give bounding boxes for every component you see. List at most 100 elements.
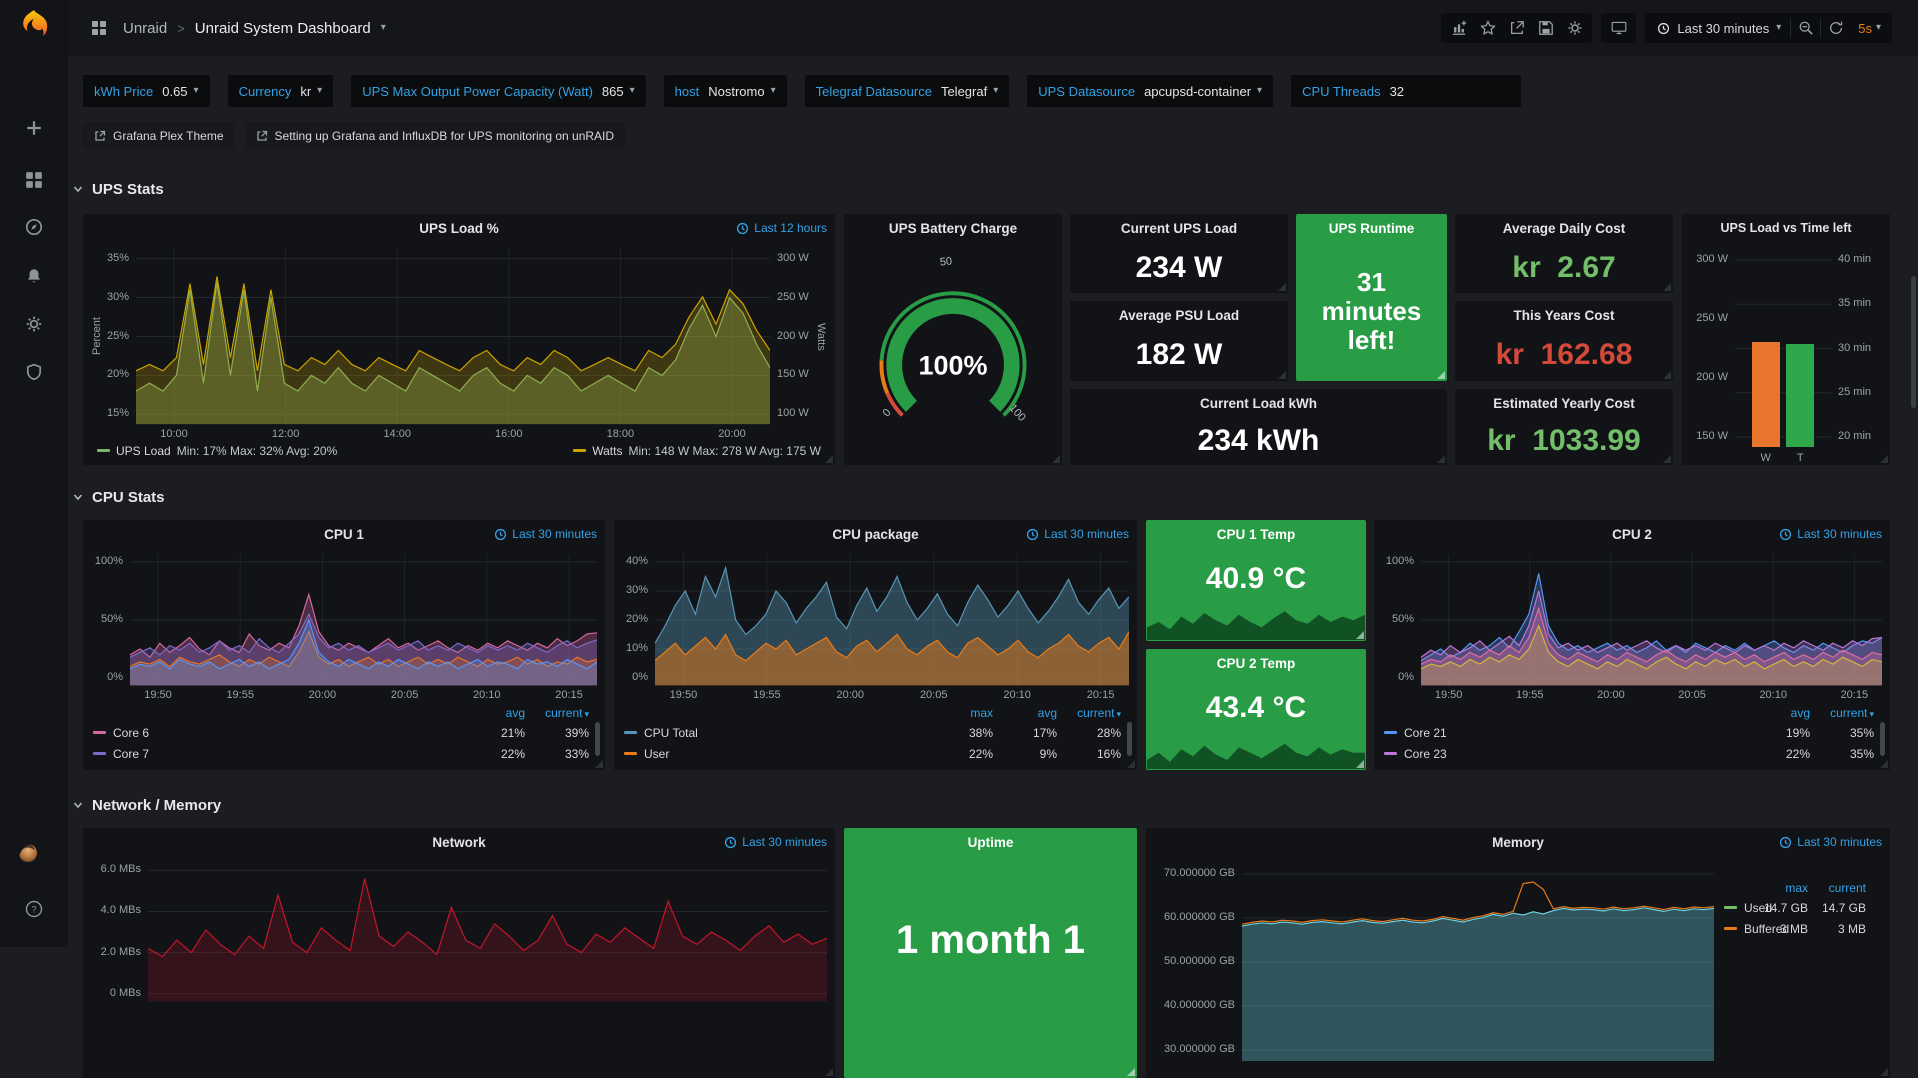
cpu-threads-input[interactable]: 32: [1390, 84, 1510, 99]
legend-series[interactable]: Core 7: [93, 747, 461, 761]
caret-down-icon[interactable]: ▾: [381, 23, 386, 33]
panel-title[interactable]: CPU 1 Temp: [1217, 527, 1296, 542]
panel-title[interactable]: UPS Battery Charge: [889, 221, 1017, 236]
panel-title[interactable]: Network: [432, 835, 485, 850]
variable-currency[interactable]: Currency kr▾: [228, 75, 334, 107]
legend-series[interactable]: Core 6: [93, 726, 461, 740]
legend-column-header[interactable]: current▾: [1057, 706, 1121, 720]
grafana-logo-icon[interactable]: [14, 7, 54, 47]
legend-column-header[interactable]: avg: [993, 706, 1057, 720]
section-header-ups-stats[interactable]: UPS Stats: [72, 178, 164, 200]
legend-column-header[interactable]: avg: [1746, 706, 1810, 720]
section-header-cpu-stats[interactable]: CPU Stats: [72, 486, 165, 508]
variable-value[interactable]: 0.65▾: [162, 84, 198, 99]
cpu1-chart[interactable]: 100%50%0%19:5019:5520:0020:0520:1020:15a…: [83, 548, 605, 770]
panel-time-range-badge[interactable]: Last 30 minutes: [724, 835, 827, 849]
time-range-picker[interactable]: Last 30 minutes ▾: [1648, 14, 1790, 42]
panel-time-range-badge[interactable]: Last 30 minutes: [1779, 835, 1882, 849]
panel-title[interactable]: CPU package: [832, 527, 918, 542]
ups-load-vs-time-chart[interactable]: 300 W250 W200 W150 W40 min35 min30 min25…: [1682, 242, 1890, 465]
admin-shield-icon[interactable]: [18, 356, 50, 388]
legend-item[interactable]: UPS LoadMin: 17% Max: 32% Avg: 20%: [97, 444, 337, 458]
panel-time-range-badge[interactable]: Last 30 minutes: [1026, 527, 1129, 541]
ups-load-chart[interactable]: Percent35%30%25%20%15%300 W250 W200 W150…: [83, 242, 835, 465]
share-icon[interactable]: [1502, 14, 1531, 42]
refresh-interval-picker[interactable]: 5s ▾: [1850, 21, 1889, 36]
plot-area[interactable]: [136, 248, 770, 425]
legend-scrollbar[interactable]: [1880, 722, 1885, 756]
legend-column-header[interactable]: current: [1808, 881, 1866, 895]
cpu2-chart[interactable]: 100%50%0%19:5019:5520:0020:0520:1020:15a…: [1374, 548, 1890, 770]
page-scrollbar[interactable]: [1911, 276, 1916, 408]
create-icon[interactable]: [18, 112, 50, 144]
add-panel-icon[interactable]: [1444, 14, 1473, 42]
tv-monitor-icon[interactable]: [1604, 14, 1633, 42]
variable-value[interactable]: apcupsd-container▾: [1144, 84, 1262, 99]
legend-column-header[interactable]: avg: [461, 706, 525, 720]
panel-title[interactable]: Memory: [1492, 835, 1544, 850]
configuration-gear-icon[interactable]: [18, 308, 50, 340]
star-icon[interactable]: [1473, 14, 1502, 42]
legend-column-header[interactable]: current▾: [525, 706, 589, 720]
panel-title[interactable]: Average Daily Cost: [1503, 221, 1626, 236]
panel-title[interactable]: Average PSU Load: [1119, 308, 1239, 323]
legend-scrollbar[interactable]: [1127, 722, 1132, 756]
legend-series[interactable]: User: [624, 747, 929, 761]
dashboards-icon[interactable]: [18, 164, 50, 196]
zoom-out-icon[interactable]: [1791, 14, 1820, 42]
plot-area[interactable]: [148, 862, 827, 1002]
legend-item[interactable]: WattsMin: 148 W Max: 278 W Avg: 175 W: [573, 444, 821, 458]
variable-ups-max-output[interactable]: UPS Max Output Power Capacity (Watt) 865…: [351, 75, 645, 107]
variable-value[interactable]: Nostromo▾: [708, 84, 775, 99]
panel-title[interactable]: Current Load kWh: [1200, 396, 1317, 411]
save-icon[interactable]: [1531, 14, 1560, 42]
dashboard-settings-gear-icon[interactable]: [1560, 14, 1589, 42]
link-grafana-plex-theme[interactable]: Grafana Plex Theme: [83, 122, 235, 149]
panel-time-range-badge[interactable]: Last 12 hours: [736, 221, 827, 235]
panel-title[interactable]: Uptime: [968, 835, 1014, 850]
legend-series[interactable]: Core 21: [1384, 726, 1746, 740]
legend-column-header[interactable]: max: [929, 706, 993, 720]
panel-title[interactable]: UPS Runtime: [1329, 221, 1415, 236]
panel-title[interactable]: CPU 2: [1612, 527, 1652, 542]
plot-area[interactable]: [1735, 248, 1831, 449]
variable-value[interactable]: 865▾: [602, 84, 635, 99]
panel-title[interactable]: UPS Load %: [419, 221, 499, 236]
variable-host[interactable]: host Nostromo▾: [664, 75, 787, 107]
refresh-icon[interactable]: [1821, 14, 1850, 42]
variable-cpu-threads[interactable]: CPU Threads 32: [1291, 75, 1521, 107]
cpu-package-chart[interactable]: 40%30%20%10%0%19:5019:5520:0020:0520:102…: [614, 548, 1137, 770]
legend-series[interactable]: Core 23: [1384, 747, 1746, 761]
dashboard-title[interactable]: Unraid System Dashboard: [195, 20, 371, 37]
section-header-network-memory[interactable]: Network / Memory: [72, 794, 221, 816]
legend-scrollbar[interactable]: [595, 722, 600, 756]
network-chart[interactable]: 6.0 MBs4.0 MBs2.0 MBs0 MBs: [83, 856, 835, 1078]
variable-ups-datasource[interactable]: UPS Datasource apcupsd-container▾: [1027, 75, 1273, 107]
legend-series[interactable]: CPU Total: [624, 726, 929, 740]
variable-value[interactable]: kr▾: [300, 84, 322, 99]
panel-time-range-badge[interactable]: Last 30 minutes: [1779, 527, 1882, 541]
legend-column-header[interactable]: max: [1750, 881, 1808, 895]
bar-T[interactable]: [1786, 344, 1814, 447]
memory-chart[interactable]: 70.000000 GB60.000000 GB50.000000 GB40.0…: [1146, 856, 1890, 1078]
user-avatar[interactable]: [18, 843, 50, 875]
plot-area[interactable]: [1421, 554, 1882, 686]
variable-value[interactable]: Telegraf▾: [941, 84, 998, 99]
variable-kwh-price[interactable]: kWh Price 0.65▾: [83, 75, 210, 107]
legend-series[interactable]: Buffered: [1724, 922, 1750, 936]
panel-title[interactable]: Current UPS Load: [1121, 221, 1237, 236]
breadcrumb-folder[interactable]: Unraid: [123, 20, 167, 37]
alerting-bell-icon[interactable]: [18, 260, 50, 292]
variable-telegraf-datasource[interactable]: Telegraf Datasource Telegraf▾: [805, 75, 1010, 107]
panel-title[interactable]: Estimated Yearly Cost: [1493, 396, 1635, 411]
plot-area[interactable]: [655, 554, 1129, 686]
help-icon[interactable]: ?: [18, 893, 50, 925]
legend-series[interactable]: Used: [1724, 901, 1750, 915]
panel-title[interactable]: CPU 2 Temp: [1217, 656, 1296, 671]
link-ups-monitoring-guide[interactable]: Setting up Grafana and InfluxDB for UPS …: [245, 122, 626, 149]
plot-area[interactable]: [130, 554, 597, 686]
battery-charge-gauge[interactable]: 0 50 100 100%: [844, 242, 1062, 465]
apps-grid-icon[interactable]: [84, 14, 113, 42]
panel-title[interactable]: CPU 1: [324, 527, 364, 542]
explore-compass-icon[interactable]: [18, 211, 50, 243]
